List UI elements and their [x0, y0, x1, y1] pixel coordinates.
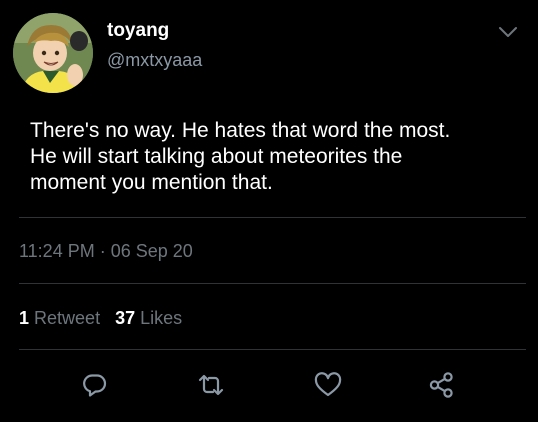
likes-label: Likes [140, 308, 183, 328]
chevron-down-icon[interactable] [496, 22, 520, 42]
tweet-text-line: There's no way. He hates that word the m… [30, 119, 451, 142]
avatar[interactable] [13, 13, 93, 93]
reply-button[interactable] [80, 370, 110, 400]
retweet-icon [198, 374, 224, 396]
retweet-count: 1 [19, 308, 30, 328]
tweet-text: There's no way. He hates that word the m… [30, 118, 530, 196]
share-button[interactable] [427, 370, 457, 400]
tweet-text-line: moment you mention that. [30, 171, 273, 194]
likes-count: 37 [115, 308, 136, 328]
engagement-stats: 1 Retweet 37 Likes [19, 307, 192, 329]
divider [19, 217, 526, 218]
user-handle[interactable]: @mxtxyaaa [107, 49, 202, 71]
reply-icon [83, 374, 107, 397]
tweet-text-line: He will start talking about meteorites t… [30, 145, 403, 168]
retweet-button[interactable] [196, 370, 226, 400]
likes-stat[interactable]: 37 Likes [115, 308, 182, 328]
divider [19, 349, 526, 350]
retweet-stat[interactable]: 1 Retweet [19, 308, 100, 328]
display-name[interactable]: toyang [107, 20, 169, 42]
like-button[interactable] [313, 370, 343, 400]
retweet-label: Retweet [34, 308, 101, 328]
heart-icon [314, 372, 342, 397]
divider [19, 283, 526, 284]
avatar-image [13, 13, 93, 93]
tweet-timestamp[interactable]: 11:24 PM · 06 Sep 20 [19, 240, 193, 262]
share-icon [429, 372, 453, 398]
